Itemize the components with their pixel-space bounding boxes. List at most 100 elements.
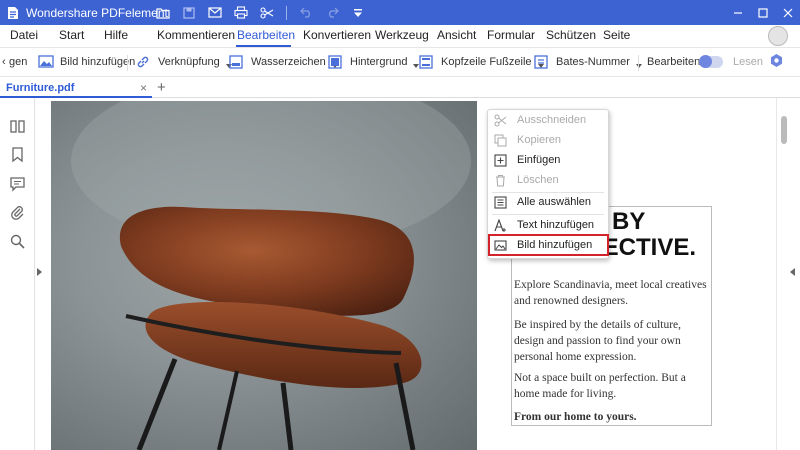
- bookmark-icon[interactable]: [9, 146, 26, 163]
- edit-mode-label[interactable]: Bearbeiten: [647, 48, 700, 76]
- menu-schuetzen[interactable]: Schützen: [546, 28, 596, 42]
- ctx-select-all-label: Alle auswählen: [517, 196, 591, 208]
- watermark-label: Wasserzeichen: [251, 56, 326, 68]
- toolbar-scroll-left[interactable]: ‹: [2, 48, 6, 76]
- ctx-delete-label: Löschen: [517, 174, 559, 186]
- add-text-icon: [494, 218, 507, 232]
- close-icon[interactable]: [775, 0, 800, 25]
- search-icon[interactable]: [9, 233, 26, 250]
- header-footer-icon: [419, 55, 435, 69]
- toolbar-partial-button[interactable]: gen: [9, 48, 27, 76]
- menu-formular[interactable]: Formular: [487, 28, 535, 42]
- bates-icon: [534, 55, 550, 69]
- hexagon-gear-icon: [769, 53, 784, 71]
- menu-start[interactable]: Start: [59, 28, 84, 42]
- ctx-add-text[interactable]: Text hinzufügen: [488, 216, 608, 236]
- edit-mode-text: Bearbeiten: [647, 56, 701, 68]
- read-mode-label[interactable]: Lesen: [733, 48, 763, 76]
- document-tab-strip: Furniture.pdf ×: [0, 78, 800, 98]
- header-label: Kopfzeile: [441, 56, 487, 68]
- scissors-icon[interactable]: [254, 0, 280, 25]
- toolbar-separator: [286, 5, 287, 20]
- maximize-icon[interactable]: [750, 0, 775, 25]
- copy-icon: [494, 134, 507, 147]
- footer-label: Fußzeile: [489, 56, 532, 68]
- quick-access-toolbar: [150, 0, 371, 25]
- watermark-button[interactable]: Wasserzeichen: [229, 48, 338, 76]
- add-image-highlight-box: [488, 234, 609, 256]
- thumbnails-icon[interactable]: [9, 118, 26, 135]
- menu-kommentieren[interactable]: Kommentieren: [157, 28, 235, 42]
- app-title: Wondershare PDFelement: [26, 5, 168, 20]
- vertical-scrollbar-thumb[interactable]: [781, 116, 787, 144]
- minimize-icon[interactable]: [725, 0, 750, 25]
- ctx-paste-label: Einfügen: [517, 154, 561, 166]
- ctx-copy-label: Kopieren: [517, 134, 562, 146]
- menu-bar: Datei Start Hilfe Kommentieren Bearbeite…: [0, 25, 800, 47]
- ctx-cut-label: Ausschneiden: [517, 114, 587, 126]
- save-icon[interactable]: [176, 0, 202, 25]
- body-paragraph-4[interactable]: From our home to yours.: [514, 409, 709, 425]
- background-label: Hintergrund: [350, 56, 408, 68]
- chevron-left-icon[interactable]: ‹: [2, 56, 6, 68]
- ctx-cut[interactable]: Ausschneiden: [488, 111, 608, 131]
- left-sidebar: [0, 98, 35, 450]
- link-button[interactable]: Verknüpfung: [136, 48, 232, 76]
- body-paragraph-3[interactable]: Not a space built on perfection. But a h…: [514, 370, 709, 402]
- settings-hex-button[interactable]: [769, 48, 784, 76]
- menu-hilfe[interactable]: Hilfe: [104, 28, 128, 42]
- toolbar-separator: [127, 55, 128, 71]
- collapse-right-arrow-icon[interactable]: [790, 268, 795, 276]
- ctx-add-text-label: Text hinzufügen: [517, 219, 595, 231]
- toolbar-separator: [638, 55, 639, 71]
- ctx-separator: [492, 214, 604, 215]
- app-logo-icon: [6, 6, 20, 20]
- toggle-knob[interactable]: [699, 55, 712, 68]
- paste-icon: [494, 154, 507, 167]
- edit-toolbar: ‹ gen Bild hinzufügen Verknüpfung Wasser…: [0, 47, 800, 77]
- dropdown-icon[interactable]: [345, 0, 371, 25]
- ctx-delete[interactable]: Löschen: [488, 171, 608, 191]
- attachment-icon[interactable]: [9, 204, 26, 221]
- link-icon: [136, 55, 152, 69]
- tab-furniture-pdf[interactable]: Furniture.pdf ×: [0, 78, 152, 98]
- undo-icon[interactable]: [293, 0, 319, 25]
- bates-number-button[interactable]: Bates-Nummer: [534, 48, 642, 76]
- add-image-button[interactable]: Bild hinzufügen: [38, 48, 135, 76]
- background-button[interactable]: Hintergrund: [328, 48, 420, 76]
- trash-icon: [494, 174, 507, 187]
- menu-werkzeug[interactable]: Werkzeug: [375, 28, 429, 42]
- scissors-icon: [494, 114, 507, 127]
- menu-konvertieren[interactable]: Konvertieren: [303, 28, 371, 42]
- print-icon[interactable]: [228, 0, 254, 25]
- comment-icon[interactable]: [9, 175, 26, 192]
- collapse-left-arrow-icon[interactable]: [37, 268, 42, 276]
- menu-ansicht[interactable]: Ansicht: [437, 28, 476, 42]
- link-label: Verknüpfung: [158, 56, 220, 68]
- header-footer-button[interactable]: Kopfzeile Fußzeile: [419, 48, 544, 76]
- new-tab-button[interactable]: +: [157, 79, 166, 96]
- right-scroll-panel: [776, 98, 800, 450]
- menu-datei[interactable]: Datei: [10, 28, 38, 42]
- body-paragraph-1[interactable]: Explore Scandinavia, meet local creative…: [514, 277, 709, 309]
- close-tab-icon[interactable]: ×: [140, 81, 147, 95]
- redo-icon[interactable]: [319, 0, 345, 25]
- title-bar: Wondershare PDFelement: [0, 0, 800, 25]
- image-icon: [38, 55, 54, 69]
- ctx-select-all[interactable]: Alle auswählen: [488, 193, 608, 213]
- chair-photo[interactable]: [51, 101, 477, 450]
- body-paragraph-2[interactable]: Be inspired by the details of culture, d…: [514, 317, 709, 365]
- select-all-icon: [494, 196, 507, 209]
- window-controls: [725, 0, 800, 25]
- avatar[interactable]: [768, 26, 788, 46]
- watermark-icon: [229, 55, 245, 69]
- add-image-label: Bild hinzufügen: [60, 56, 136, 68]
- folder-icon[interactable]: [150, 0, 176, 25]
- ctx-paste[interactable]: Einfügen: [488, 151, 608, 171]
- menu-seite[interactable]: Seite: [603, 28, 630, 42]
- menu-bearbeiten[interactable]: Bearbeiten: [237, 28, 295, 42]
- mail-icon[interactable]: [202, 0, 228, 25]
- background-icon: [328, 55, 344, 69]
- read-mode-text: Lesen: [733, 56, 763, 68]
- ctx-copy[interactable]: Kopieren: [488, 131, 608, 151]
